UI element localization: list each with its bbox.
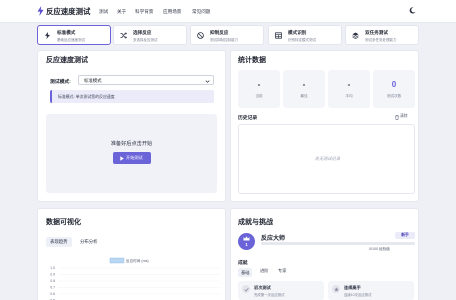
mode-card-dual-task[interactable]: 双任务测试 测试多任务处理能力 — [345, 25, 419, 45]
level-number: 1 — [245, 241, 248, 247]
reaction-panel-title: 反应速度测试 — [46, 57, 88, 64]
stat-best: - 最佳 — [283, 70, 325, 108]
clear-history-label: 清除 — [400, 114, 408, 118]
moon-icon[interactable] — [409, 7, 416, 14]
tab-advanced[interactable]: 进阶 — [260, 268, 268, 274]
achievements-section-title: 成就 — [238, 261, 248, 266]
bolt-icon — [37, 6, 44, 16]
achievement-card: 初次测试 完成第一次反应测试 — [238, 281, 324, 300]
stat-value: - — [347, 80, 351, 89]
nav-link-test[interactable]: 测试 — [99, 9, 108, 15]
mode-desc: 基础反应速度测试 — [57, 37, 85, 42]
y-tick-label: 1.0 — [50, 266, 55, 270]
tab-expert[interactable]: 专家 — [278, 268, 286, 274]
achievement-icon-wrap — [242, 285, 250, 293]
mode-select-value: 标准模式 — [84, 78, 102, 84]
nav-link-faq[interactable]: 常见问题 — [192, 9, 210, 15]
tab-basic[interactable]: 基础 — [238, 268, 253, 277]
legend-swatch — [109, 257, 125, 264]
chevron-down-icon — [205, 79, 210, 83]
history-empty-text: 尚无测试记录 — [314, 156, 341, 161]
mode-title: 抑制反应 — [210, 30, 229, 35]
mode-select-label: 测试模式: — [50, 80, 71, 85]
legend-label: 反应时间 (ms) — [126, 258, 149, 263]
stat-label: 测试次数 — [386, 94, 402, 98]
nav-link-applications[interactable]: 应用场景 — [163, 9, 181, 15]
rank-label: 新手 — [401, 233, 409, 238]
mode-hint: 标准模式: 单次测试您的反应速度 — [50, 90, 214, 103]
stat-value: 0 — [391, 80, 397, 89]
star-icon — [333, 286, 339, 292]
mode-card-choice[interactable]: 选择反应 多选择反应测试 — [113, 25, 187, 45]
bolt-icon — [45, 32, 50, 39]
viz-panel-title: 数据可视化 — [46, 219, 81, 226]
mode-desc: 多选择反应测试 — [133, 37, 158, 42]
mode-title: 选择反应 — [133, 30, 152, 35]
stat-value: - — [257, 80, 261, 89]
mode-desc: 测试多任务处理能力 — [365, 37, 397, 42]
stat-label: 当前 — [255, 94, 263, 98]
stat-count: 0 测试次数 — [373, 70, 415, 108]
xp-text: 0/100 经验值 — [369, 247, 390, 251]
stats-panel-title: 统计数据 — [238, 57, 266, 64]
stat-label: 平均 — [345, 94, 353, 98]
table-icon — [275, 32, 282, 39]
y-tick-label: 0.6 — [50, 292, 55, 296]
trash-icon — [395, 114, 399, 120]
achievement-icon-wrap — [332, 285, 340, 293]
shuffle-icon — [120, 32, 127, 39]
start-test-label: 开始测试 — [126, 155, 143, 161]
xp-progress-bar — [261, 242, 415, 245]
tab-performance-trend[interactable]: 表现趋势 — [46, 237, 72, 247]
app-title: 反应速度测试 — [46, 7, 91, 16]
mode-card-inhibition[interactable]: 抑制反应 测试抑制控制能力 — [190, 25, 264, 45]
stat-value: - — [302, 80, 306, 89]
tab-distribution[interactable]: 分布分析 — [80, 239, 98, 245]
mode-card-pattern[interactable]: 模式识别 识别特定模式测试 — [268, 25, 342, 45]
mode-card-standard[interactable]: 标准模式 基础反应速度测试 — [37, 25, 111, 45]
top-header: 反应速度测试 测试 关于 科学背景 应用场景 常见问题 — [0, 0, 456, 23]
achievement-title: 连续高手 — [344, 285, 361, 290]
achievement-desc: 连续10次反应测试 — [344, 292, 372, 297]
history-list: 尚无测试记录 — [238, 124, 415, 194]
rank-badge: 新手 — [395, 232, 415, 239]
play-icon — [120, 155, 124, 161]
stat-average: - 平均 — [328, 70, 370, 108]
mode-desc: 识别特定模式测试 — [288, 37, 316, 42]
mode-title: 双任务测试 — [365, 30, 388, 35]
block-icon — [197, 32, 204, 39]
achievement-card: 连续高手 连续10次反应测试 — [328, 281, 414, 300]
mode-title: 模式识别 — [288, 30, 307, 35]
level-name: 反应大师 — [261, 236, 286, 242]
level-badge: 1 — [238, 233, 255, 250]
y-tick-label: 0.7 — [50, 286, 55, 290]
mode-desc: 测试抑制控制能力 — [210, 37, 238, 42]
layers-icon — [352, 32, 359, 39]
mode-title: 标准模式 — [57, 30, 76, 35]
start-test-button[interactable]: 开始测试 — [113, 152, 151, 164]
reaction-test-area[interactable]: 准备好后点击开始 开始测试 — [46, 114, 217, 193]
achievement-desc: 完成第一次反应测试 — [254, 292, 285, 297]
check-icon — [243, 287, 249, 292]
reaction-time-chart: 反应时间 (ms) 1.00.90.80.70.60.5 — [50, 257, 220, 300]
nav-link-about[interactable]: 关于 — [117, 9, 126, 15]
achievements-panel-title: 成就与挑战 — [238, 219, 273, 226]
mode-select[interactable]: 标准模式 — [78, 75, 214, 85]
history-title: 历史记录 — [238, 116, 258, 121]
stat-label: 最佳 — [300, 94, 308, 98]
y-tick-label: 0.9 — [50, 273, 55, 277]
y-tick-label: 0.8 — [50, 279, 55, 283]
crown-icon — [243, 236, 250, 241]
achievement-title: 初次测试 — [254, 285, 271, 290]
mode-hint-text: 标准模式: 单次测试您的反应速度 — [58, 94, 115, 99]
test-prompt: 准备好后点击开始 — [110, 141, 153, 147]
nav-link-science[interactable]: 科学背景 — [135, 9, 153, 15]
stat-current: - 当前 — [238, 70, 280, 108]
